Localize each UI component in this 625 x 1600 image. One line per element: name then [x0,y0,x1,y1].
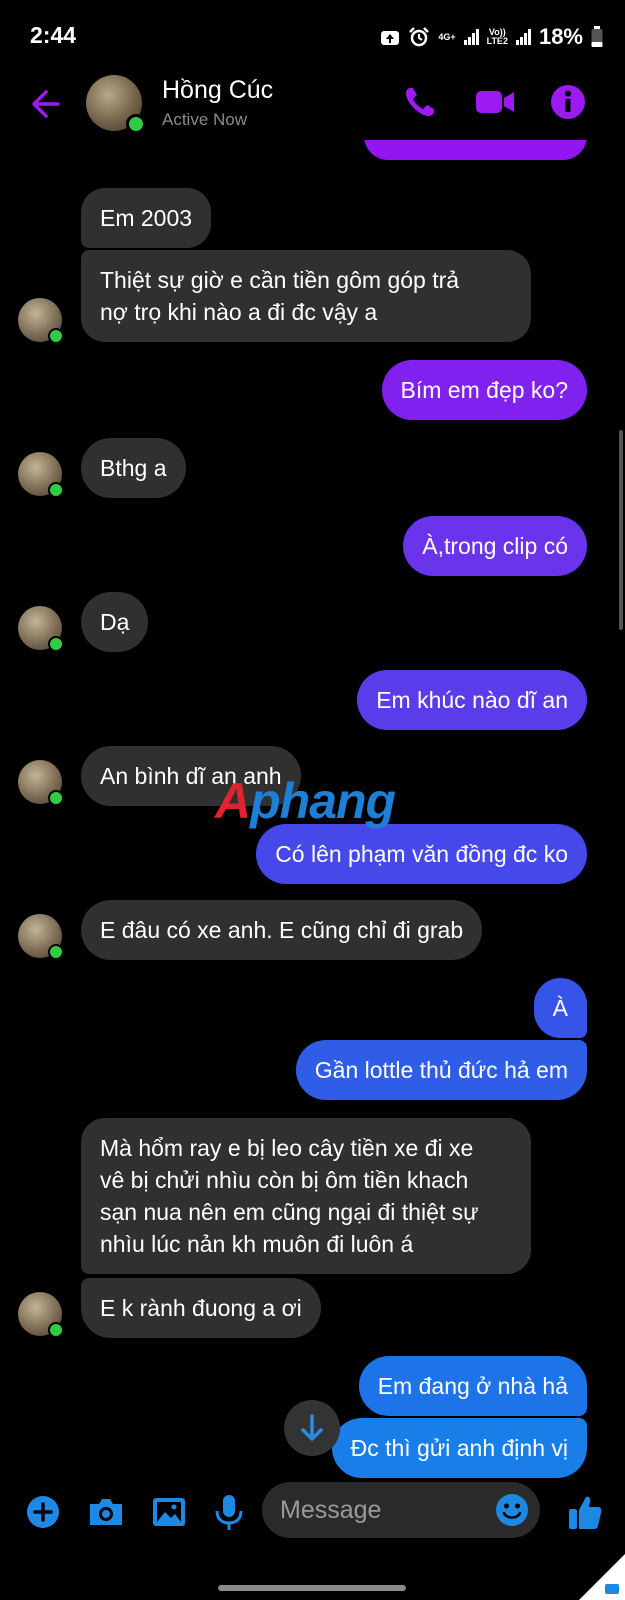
composer-bar: Message [0,1480,625,1560]
network-type-1: 4G+ [438,31,456,42]
plus-icon[interactable] [24,1492,62,1532]
gallery-icon[interactable] [150,1492,188,1532]
battery-icon [591,26,603,47]
outgoing-message[interactable]: Gần lottle thủ đức hả em [295,1040,587,1100]
emoji-icon[interactable] [494,1492,530,1528]
online-indicator [48,790,64,806]
online-indicator [48,482,64,498]
outgoing-message[interactable]: À [533,978,587,1038]
presence-status: Active Now [162,110,248,129]
network-type-2: Vo)) LTE2 [486,27,508,46]
signal-icon-2 [515,29,531,45]
scrollbar[interactable] [619,430,623,630]
message-placeholder: Message [280,1495,382,1524]
signal-icon-1 [463,29,479,45]
outgoing-message[interactable]: Đc thì gửi anh định vị [331,1418,587,1478]
camera-icon[interactable] [86,1492,126,1532]
online-indicator [48,944,64,960]
outgoing-message[interactable]: À,trong clip có [403,516,587,576]
online-indicator [48,328,64,344]
status-bar: 2:44 4G+ Vo)) LTE2 18% [0,0,625,72]
thumbs-up-icon[interactable] [566,1492,604,1532]
incoming-message[interactable]: Dạ [81,592,149,652]
incoming-message[interactable]: Em 2003 [81,188,212,248]
status-icons: 4G+ Vo)) LTE2 18% [380,24,603,50]
info-icon[interactable] [549,82,587,122]
status-time: 2:44 [30,22,77,48]
incoming-message[interactable]: Bthg a [81,438,186,498]
incoming-message[interactable]: Mà hổm ray e bị leo cây tiền xe đi xe vê… [81,1118,531,1274]
back-arrow-icon[interactable] [26,86,62,122]
outgoing-message[interactable]: Bím em đẹp ko? [381,360,587,420]
online-indicator [126,114,146,134]
scroll-to-bottom-button[interactable] [284,1400,340,1456]
alarm-icon [409,27,430,47]
online-indicator [48,1322,64,1338]
incoming-message[interactable]: E k rành đuong a ơi [81,1278,321,1338]
outgoing-message[interactable]: Có lên phạm văn đồng đc ko [256,824,587,884]
home-indicator[interactable] [218,1585,406,1591]
outgoing-message[interactable]: Em khúc nào dĩ an [357,670,587,730]
upload-notification-icon [381,31,400,45]
phone-icon[interactable] [400,82,440,122]
contact-name[interactable]: Hồng Cúc [162,76,273,105]
microphone-icon[interactable] [212,1492,246,1532]
message-input[interactable]: Message [262,1482,540,1538]
incoming-message[interactable]: E đâu có xe anh. E cũng chỉ đi grab [81,900,483,960]
incoming-message[interactable]: Thiệt sự giờ e cần tiền gôm góp trả nợ t… [81,250,531,342]
online-indicator [48,636,64,652]
watermark-logo: Aphang [215,773,396,829]
battery-percent: 18% [538,24,583,49]
screenshot-corner-icon [579,1554,625,1600]
video-camera-icon[interactable] [474,82,516,122]
outgoing-message[interactable]: Em bao nhiêu tuổi [363,140,587,160]
outgoing-message[interactable]: Em đang ở nhà hả [358,1356,587,1416]
